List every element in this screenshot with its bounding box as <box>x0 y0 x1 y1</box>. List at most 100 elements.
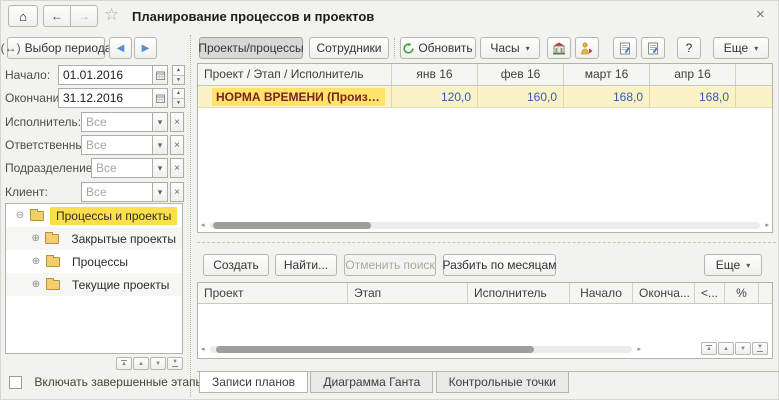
column-header-performer[interactable]: Исполнитель <box>468 283 570 303</box>
column-header-percent[interactable]: % <box>725 283 759 303</box>
records-move-buttons: ▲ ▲ ▼ ▼ <box>701 342 768 355</box>
split-by-months-button[interactable]: Разбить по месяцам <box>443 254 556 276</box>
paste-settings-button[interactable] <box>641 37 665 59</box>
client-label: Клиент: <box>5 185 48 199</box>
section-splitter[interactable] <box>197 242 776 243</box>
move-up-button[interactable]: ▲ <box>133 357 149 370</box>
value-cell-apr[interactable]: 168,0 <box>650 86 736 108</box>
scroll-right-icon[interactable]: ▸ <box>765 221 769 230</box>
employee-assignment-button[interactable] <box>575 37 599 59</box>
department-select[interactable] <box>91 158 154 178</box>
performer-select[interactable] <box>81 112 154 132</box>
tab-plan-records[interactable]: Записи планов <box>199 372 308 393</box>
column-header-less[interactable]: <... <box>695 283 725 303</box>
column-header-feb[interactable]: фев 16 <box>478 64 564 85</box>
cancel-search-button[interactable]: Отменить поиск <box>344 254 436 276</box>
column-header-start[interactable]: Начало <box>570 283 633 303</box>
records-table-hscrollbar[interactable]: ◂ ▸ <box>200 345 642 354</box>
scrollbar-thumb[interactable] <box>216 346 534 353</box>
start-date-spinner[interactable]: ▲ ▼ <box>172 65 185 85</box>
end-date-spinner[interactable]: ▲ ▼ <box>172 88 185 108</box>
hours-label: Часы <box>490 41 519 55</box>
column-header-mar[interactable]: март 16 <box>564 64 650 85</box>
move-first-button[interactable]: ▲ <box>116 357 132 370</box>
column-header-project[interactable]: Проект <box>198 283 348 303</box>
previous-period-button[interactable]: ◀ <box>109 37 132 59</box>
start-date-picker-button[interactable] <box>152 65 168 85</box>
move-first-button[interactable]: ▲ <box>701 342 717 355</box>
tree-item-processes[interactable]: ⊕ Процессы <box>6 250 182 273</box>
start-date-input[interactable] <box>58 65 154 85</box>
move-last-icon: ▼ <box>172 360 178 367</box>
move-last-button[interactable]: ▼ <box>167 357 183 370</box>
tree-item-label: Процессы <box>66 253 134 271</box>
select-period-button[interactable]: (↔) Выбор периода <box>7 37 105 59</box>
responsible-clear-button[interactable]: × <box>170 135 184 155</box>
column-header-project[interactable]: Проект / Этап / Исполнитель <box>198 64 392 85</box>
client-clear-button[interactable]: × <box>170 182 184 202</box>
scrollbar-thumb[interactable] <box>213 222 371 229</box>
responsible-dropdown-button[interactable]: ▾ <box>152 135 168 155</box>
value-cell-jan[interactable]: 120,0 <box>392 86 478 108</box>
scroll-left-icon[interactable]: ◂ <box>201 345 205 354</box>
include-finished-stages[interactable]: Включать завершенные этапы <box>9 375 204 392</box>
next-period-button[interactable]: ▶ <box>134 37 157 59</box>
help-button[interactable]: ? <box>677 37 701 59</box>
home-button[interactable]: ⌂ <box>8 5 38 27</box>
close-icon[interactable]: × <box>756 6 765 23</box>
copy-settings-button[interactable] <box>613 37 637 59</box>
clear-icon: × <box>174 140 180 151</box>
tree-item-processes-and-projects[interactable]: ⊖ Процессы и проекты <box>6 204 182 227</box>
spin-down-icon: ▼ <box>173 76 184 85</box>
value-cell-feb[interactable]: 160,0 <box>478 86 564 108</box>
favorite-star-icon[interactable]: ☆ <box>104 5 119 25</box>
forward-button[interactable]: → <box>70 5 98 27</box>
collapse-icon[interactable]: ⊖ <box>14 210 26 221</box>
view-employees-button[interactable]: Сотрудники <box>309 37 389 59</box>
panel-splitter[interactable] <box>190 35 191 397</box>
move-last-button[interactable]: ▼ <box>752 342 768 355</box>
tree-item-current-projects[interactable]: ⊕ Текущие проекты <box>6 273 182 296</box>
chevron-down-icon: ▾ <box>158 117 163 128</box>
department-dropdown-button[interactable]: ▾ <box>152 158 168 178</box>
scroll-left-icon[interactable]: ◂ <box>201 221 205 230</box>
tab-control-points[interactable]: Контрольные точки <box>436 372 569 393</box>
column-header-stage[interactable]: Этап <box>348 283 468 303</box>
row-name-cell[interactable]: НОРМА ВРЕМЕНИ (Производст... <box>198 86 392 108</box>
spin-up-icon: ▲ <box>173 89 184 99</box>
move-down-button[interactable]: ▼ <box>150 357 166 370</box>
expand-icon[interactable]: ⊕ <box>30 279 42 290</box>
refresh-button[interactable]: Обновить <box>400 37 476 59</box>
move-up-button[interactable]: ▲ <box>718 342 734 355</box>
column-header-jan[interactable]: янв 16 <box>392 64 478 85</box>
client-dropdown-button[interactable]: ▾ <box>152 182 168 202</box>
move-down-button[interactable]: ▼ <box>735 342 751 355</box>
records-more-button[interactable]: Еще ▾ <box>704 254 762 276</box>
scroll-right-icon[interactable]: ▸ <box>637 345 641 354</box>
hours-dropdown[interactable]: Часы ▾ <box>480 37 540 59</box>
view-projects-button[interactable]: Проекты/процессы <box>199 37 303 59</box>
move-down-icon: ▼ <box>740 346 746 352</box>
create-button[interactable]: Создать <box>203 254 269 276</box>
value-cell-mar[interactable]: 168,0 <box>564 86 650 108</box>
performer-clear-button[interactable]: × <box>170 112 184 132</box>
performer-dropdown-button[interactable]: ▾ <box>152 112 168 132</box>
checkbox-unchecked-icon[interactable] <box>9 376 22 389</box>
client-select[interactable] <box>81 182 154 202</box>
column-header-end[interactable]: Оконча... <box>633 283 695 303</box>
more-actions-button[interactable]: Еще ▾ <box>713 37 769 59</box>
tree-item-closed-projects[interactable]: ⊕ Закрытые проекты <box>6 227 182 250</box>
expand-icon[interactable]: ⊕ <box>30 233 41 244</box>
find-button[interactable]: Найти... <box>275 254 337 276</box>
end-date-picker-button[interactable] <box>152 88 168 108</box>
department-clear-button[interactable]: × <box>170 158 184 178</box>
back-button[interactable]: ← <box>43 5 71 27</box>
end-date-input[interactable] <box>58 88 154 108</box>
responsible-select[interactable] <box>81 135 154 155</box>
table-row-time-norm[interactable]: НОРМА ВРЕМЕНИ (Производст... 120,0 160,0… <box>198 86 772 108</box>
plan-table-hscrollbar[interactable]: ◂ ▸ <box>200 221 770 230</box>
expand-icon[interactable]: ⊕ <box>30 256 42 267</box>
tab-gantt-chart[interactable]: Диаграмма Ганта <box>310 372 433 393</box>
column-header-apr[interactable]: апр 16 <box>650 64 736 85</box>
production-calendar-button[interactable] <box>547 37 571 59</box>
